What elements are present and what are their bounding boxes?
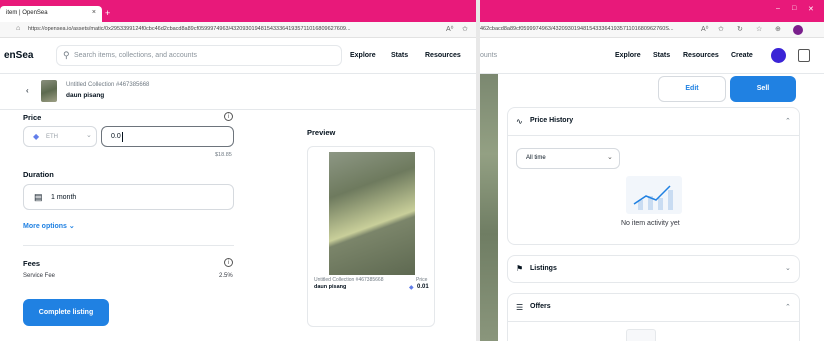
tab-bar: item | OpenSea × + bbox=[0, 0, 476, 22]
new-tab-icon[interactable]: + bbox=[105, 8, 110, 18]
close-tab-icon[interactable]: × bbox=[92, 9, 96, 16]
search-input[interactable]: ounts bbox=[480, 52, 497, 59]
trend-icon: ∿ bbox=[516, 117, 523, 126]
favorites-icon[interactable]: ✩ bbox=[718, 25, 724, 33]
top-nav: ounts Explore Stats Resources Create bbox=[480, 38, 824, 74]
address-bar[interactable]: 462cbacd8a89cf0599974963/432093019481543… bbox=[480, 22, 824, 38]
price-label: Price bbox=[23, 113, 42, 122]
eth-icon: ◆ bbox=[409, 285, 414, 291]
preview-label: Preview bbox=[307, 128, 336, 137]
divider bbox=[508, 135, 799, 136]
favorites-icon[interactable]: ✩ bbox=[462, 25, 468, 33]
nav-explore[interactable]: Explore bbox=[350, 52, 376, 59]
read-aloud-icon[interactable]: A⁰ bbox=[701, 25, 708, 33]
duration-select[interactable]: ▤ 1 month bbox=[23, 184, 234, 210]
time-filter-select[interactable]: All time ⌄ bbox=[516, 148, 620, 169]
price-history-panel: ∿ Price History ⌃ All time ⌄ No item act… bbox=[507, 107, 800, 245]
item-name: daun pisang bbox=[66, 92, 105, 99]
preview-collection: Untitled Collection #467385668 bbox=[314, 277, 384, 283]
preview-name: daun pisang bbox=[314, 284, 347, 290]
search-icon: ⚲ bbox=[63, 50, 70, 60]
refresh-icon[interactable]: ↻ bbox=[737, 25, 743, 33]
preview-price-label: Price bbox=[416, 277, 428, 283]
browser-tab[interactable]: item | OpenSea × bbox=[0, 6, 102, 22]
price-info-icon[interactable]: i bbox=[224, 112, 233, 121]
edit-button[interactable]: Edit bbox=[658, 76, 726, 102]
tag-icon: ⚑ bbox=[516, 264, 524, 273]
empty-chart-icon bbox=[626, 176, 682, 214]
nav-stats[interactable]: Stats bbox=[391, 52, 408, 59]
read-aloud-icon[interactable]: A⁰ bbox=[446, 25, 453, 33]
preview-card: Untitled Collection #467385668 Price dau… bbox=[307, 146, 435, 327]
url-text[interactable]: 462cbacd8a89cf0599974963/432093019481543… bbox=[480, 26, 695, 32]
complete-listing-button[interactable]: Complete listing bbox=[23, 299, 109, 326]
account-avatar[interactable] bbox=[771, 48, 786, 63]
chevron-up-icon[interactable]: ⌃ bbox=[785, 117, 791, 125]
duration-label: Duration bbox=[23, 170, 54, 179]
offers-panel: ☰ Offers ⌃ bbox=[507, 293, 800, 341]
nav-create[interactable]: Create bbox=[731, 52, 753, 59]
back-icon[interactable]: ‹ bbox=[26, 86, 29, 95]
chevron-down-icon[interactable]: ⌄ bbox=[785, 264, 791, 272]
service-fee-label: Service Fee bbox=[23, 273, 56, 279]
top-nav: enSea ⚲ Search items, collections, and a… bbox=[0, 38, 476, 74]
brand-logo[interactable]: enSea bbox=[4, 50, 33, 61]
item-thumbnail bbox=[41, 80, 57, 102]
chevron-down-icon: ⌄ bbox=[607, 154, 613, 161]
maximize-icon[interactable]: □ bbox=[792, 5, 796, 12]
tab-bar: – □ ✕ bbox=[480, 0, 824, 22]
item-header: ‹ Untitled Collection #467385668 daun pi… bbox=[0, 74, 476, 110]
nav-explore[interactable]: Explore bbox=[615, 52, 641, 59]
currency-value: ETH bbox=[46, 134, 58, 140]
duration-value: 1 month bbox=[51, 194, 77, 201]
right-browser-window: – □ ✕ 462cbacd8a89cf0599974963/432093019… bbox=[480, 0, 824, 341]
listings-panel[interactable]: ⚑ Listings ⌄ bbox=[507, 255, 800, 283]
wallet-icon[interactable] bbox=[798, 49, 810, 62]
item-image-edge bbox=[480, 74, 498, 341]
divider bbox=[508, 321, 799, 322]
chevron-up-icon[interactable]: ⌃ bbox=[785, 303, 791, 311]
fees-info-icon[interactable]: i bbox=[224, 258, 233, 267]
tab-title: item | OpenSea bbox=[6, 10, 48, 16]
sell-button[interactable]: Sell bbox=[730, 76, 796, 102]
close-window-icon[interactable]: ✕ bbox=[808, 5, 814, 13]
price-input[interactable]: 0.0 bbox=[101, 126, 234, 147]
search-placeholder: Search items, collections, and accounts bbox=[74, 52, 197, 59]
url-text[interactable]: https://opensea.io/assets/matic/0x295339… bbox=[28, 26, 430, 32]
no-activity-text: No item activity yet bbox=[621, 220, 680, 227]
divider bbox=[23, 245, 234, 246]
service-fee-value: 2.5% bbox=[219, 273, 233, 279]
nav-resources[interactable]: Resources bbox=[425, 52, 461, 59]
chevron-down-icon: ⌄ bbox=[86, 132, 92, 139]
nav-stats[interactable]: Stats bbox=[653, 52, 670, 59]
calendar-icon: ▤ bbox=[34, 192, 43, 202]
nav-resources[interactable]: Resources bbox=[683, 52, 719, 59]
more-options-link[interactable]: More options ⌄ bbox=[23, 222, 75, 230]
offers-title[interactable]: Offers bbox=[530, 303, 551, 310]
collection-name[interactable]: Untitled Collection #467385668 bbox=[66, 82, 149, 88]
listings-title: Listings bbox=[530, 265, 557, 272]
price-input-value: 0.0 bbox=[111, 133, 121, 140]
price-history-title[interactable]: Price History bbox=[530, 117, 573, 124]
usd-value: $18.85 bbox=[215, 152, 232, 158]
lock-icon: ⌂ bbox=[16, 25, 21, 32]
search-input[interactable]: ⚲ Search items, collections, and account… bbox=[56, 45, 342, 66]
preview-image bbox=[329, 152, 415, 275]
text-cursor bbox=[122, 132, 123, 142]
fees-label: Fees bbox=[23, 259, 41, 268]
preview-price: 0.01 bbox=[417, 284, 429, 290]
time-filter-value: All time bbox=[526, 155, 546, 161]
left-browser-window: item | OpenSea × + ⌂ https://opensea.io/… bbox=[0, 0, 476, 341]
extensions-icon[interactable]: ⊕ bbox=[775, 25, 781, 33]
minimize-icon[interactable]: – bbox=[776, 5, 780, 12]
currency-select[interactable]: ◆ ETH ⌄ bbox=[23, 126, 97, 147]
address-bar[interactable]: ⌂ https://opensea.io/assets/matic/0x2953… bbox=[0, 22, 476, 38]
empty-offers-icon bbox=[626, 329, 656, 341]
profile-avatar[interactable] bbox=[793, 25, 803, 35]
eth-icon: ◆ bbox=[33, 132, 40, 141]
list-icon: ☰ bbox=[516, 303, 524, 312]
collections-icon[interactable]: ☆ bbox=[756, 25, 762, 33]
